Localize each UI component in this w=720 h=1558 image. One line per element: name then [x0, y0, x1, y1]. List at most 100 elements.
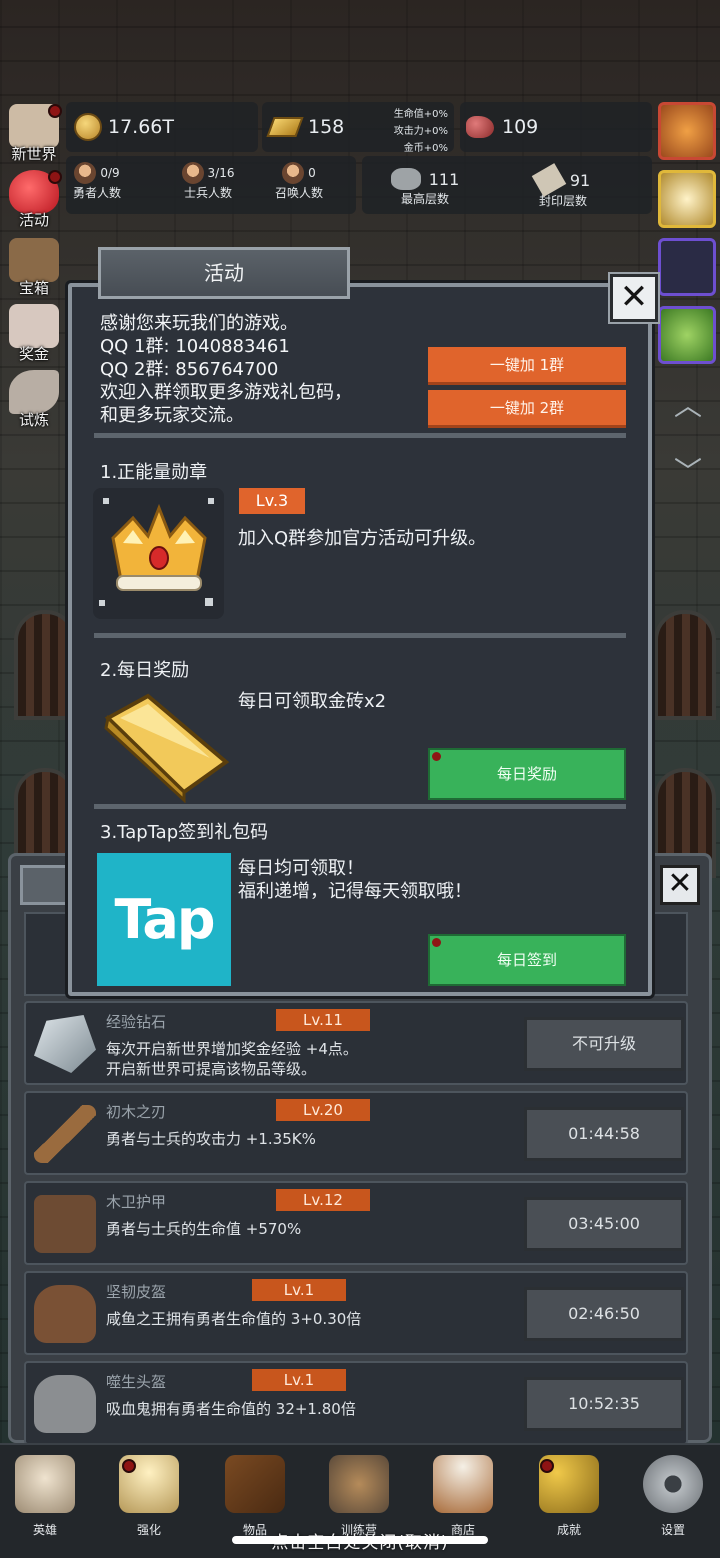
summon-head-icon: [282, 162, 305, 184]
item-level-badge: Lv.1: [252, 1369, 346, 1391]
scroll-down-arrow-icon[interactable]: ﹀: [664, 450, 712, 490]
hero-head-icon: [74, 162, 97, 184]
side-menu-activity[interactable]: 活动: [2, 170, 66, 232]
item-name: 坚韧皮盔: [106, 1283, 167, 1301]
upgrade-timer-button[interactable]: 03:45:00: [524, 1197, 684, 1251]
crown-icon: [99, 498, 214, 606]
item-desc-line: 开启新世界可提高该物品等级。: [106, 1060, 317, 1078]
summon-count-label: 召唤人数: [274, 186, 323, 200]
badge-frame: [93, 488, 224, 619]
sealed-floor-label: 封印层数: [538, 194, 587, 208]
slime-icon[interactable]: [658, 306, 716, 364]
meat-counter: 109: [460, 102, 652, 152]
section-title: 2.每日奖励: [100, 660, 190, 681]
notification-dot: [48, 104, 62, 118]
section-desc: 每日可领取金砖x2: [238, 691, 387, 712]
meat-icon: [466, 116, 494, 138]
gold-brick-icon: [104, 693, 230, 803]
daily-reward-button[interactable]: 每日奖励: [428, 748, 626, 800]
item-level-badge: Lv.12: [276, 1189, 370, 1211]
item-level-badge: Lv.20: [276, 1099, 370, 1121]
gold-value: 17.66T: [108, 116, 174, 138]
list-item: 初木之刃 Lv.20 勇者与士兵的攻击力 +1.35K% 01:44:58: [24, 1091, 688, 1175]
side-menu-trial[interactable]: 试炼: [2, 370, 66, 432]
taptap-logo: Tap: [97, 853, 231, 986]
list-item: 经验钻石 Lv.11 每次开启新世界增加奖金经验 +4点。 开启新世界可提高该物…: [24, 1001, 688, 1085]
side-menu-label: 新世界: [11, 145, 57, 163]
side-menu-new-world[interactable]: 新世界: [2, 104, 66, 166]
backpack-icon[interactable]: [658, 238, 716, 296]
notification-dot: [432, 938, 441, 947]
item-desc-line: 咸鱼之王拥有勇者生命值的 3+0.30倍: [106, 1310, 362, 1328]
intro-line: 欢迎入群领取更多游戏礼包码，: [100, 382, 352, 403]
divider: [94, 633, 626, 638]
modal-intro: 感谢您来玩我们的游戏。 QQ 1群: 1040883461 QQ 2群: 856…: [100, 312, 352, 427]
hero-count-label: 勇者人数: [72, 186, 121, 200]
item-desc: 勇者与士兵的生命值 +570%: [106, 1219, 301, 1239]
soldier-count-value: 3/16: [207, 166, 235, 180]
item-desc-line: 勇者与士兵的攻击力 +1.35K%: [106, 1130, 316, 1148]
upgrade-timer-button[interactable]: 10:52:35: [524, 1377, 684, 1431]
item-level-badge: Lv.11: [276, 1009, 370, 1031]
section-title: 1.正能量勋章: [100, 462, 208, 483]
side-menu-label: 活动: [18, 211, 49, 229]
notification-dot: [540, 1459, 554, 1473]
soldier-head-icon: [181, 162, 204, 184]
leather-helmet-icon: [34, 1285, 96, 1343]
item-desc-line: 勇者与士兵的生命值 +570%: [106, 1220, 302, 1238]
candle-icon[interactable]: [658, 170, 716, 228]
gear-icon: [643, 1455, 703, 1513]
item-desc-line: 吸血鬼拥有勇者生命值的 32+1.80倍: [106, 1400, 356, 1418]
items-panel-close-button[interactable]: ✕: [660, 865, 700, 905]
highest-floor: 111 最高层数: [380, 168, 470, 207]
close-icon[interactable]: ✕: [610, 274, 658, 322]
notification-dot: [122, 1459, 136, 1473]
list-item: 噬生头盔 Lv.1 吸血鬼拥有勇者生命值的 32+1.80倍 10:52:35: [24, 1361, 688, 1445]
notification-dot: [432, 752, 441, 761]
side-menu-label: 试炼: [18, 411, 49, 429]
gold-bar-icon: [266, 117, 304, 137]
gold-bar-counter: 158 生命值+0% 攻击力+0% 金币+0%: [262, 102, 454, 154]
side-menu-label: 宝箱: [18, 279, 49, 297]
summon-count: 0 召唤人数: [268, 162, 330, 201]
upgrade-timer-button[interactable]: 01:44:58: [524, 1107, 684, 1161]
dungeon-door: [14, 610, 76, 720]
list-item: 坚韧皮盔 Lv.1 咸鱼之王拥有勇者生命值的 3+0.30倍 02:46:50: [24, 1271, 688, 1355]
sealed-floor-value: 91: [569, 170, 591, 190]
item-desc: 咸鱼之王拥有勇者生命值的 3+0.30倍: [106, 1309, 361, 1329]
chest-icon: [9, 238, 59, 282]
modal-title: 活动: [98, 247, 350, 299]
side-menu-chest[interactable]: 宝箱: [2, 238, 66, 300]
item-desc: 勇者与士兵的攻击力 +1.35K%: [106, 1129, 316, 1149]
section-desc-line: 福利递增，记得每天领取哦！: [238, 881, 472, 902]
home-indicator[interactable]: [232, 1536, 488, 1544]
bonus-hp: 生命值+0%: [393, 109, 448, 120]
gold-coin-icon: [74, 113, 102, 141]
item-level-badge: Lv.1: [252, 1279, 346, 1301]
highest-floor-value: 111: [428, 169, 460, 189]
sealed-floor: 91 封印层数: [518, 163, 608, 209]
onion-icon[interactable]: [658, 102, 716, 160]
diamond-icon: [34, 1015, 96, 1073]
scroll-up-arrow-icon[interactable]: ︿: [664, 384, 712, 424]
side-menu-label: 奖金: [18, 345, 49, 363]
skull-icon: [15, 1455, 75, 1513]
bonus-atk: 攻击力+0%: [393, 126, 448, 137]
highest-floor-label: 最高层数: [400, 192, 449, 206]
lantern-icon: [329, 1455, 389, 1513]
bonus-stats: 生命值+0% 攻击力+0% 金币+0%: [394, 106, 448, 157]
gold-bar-value: 158: [308, 116, 345, 138]
section-desc: 加入Q群参加官方活动可升级。: [238, 528, 487, 549]
section-desc-line: 每日均可领取！: [238, 858, 364, 879]
intro-line: 和更多玩家交流。: [100, 405, 244, 426]
summon-count-value: 0: [308, 166, 316, 180]
join-group-2-button[interactable]: 一键加 2群: [428, 390, 626, 428]
upgrade-button[interactable]: 不可升级: [524, 1017, 684, 1071]
stone-icon: [390, 168, 421, 190]
daily-checkin-button[interactable]: 每日签到: [428, 934, 626, 986]
upgrade-timer-button[interactable]: 02:46:50: [524, 1287, 684, 1341]
side-menu-bonus[interactable]: 奖金: [2, 304, 66, 366]
book-icon: [225, 1455, 285, 1513]
hero-count: 0/9 勇者人数: [66, 162, 128, 201]
join-group-1-button[interactable]: 一键加 1群: [428, 347, 626, 385]
